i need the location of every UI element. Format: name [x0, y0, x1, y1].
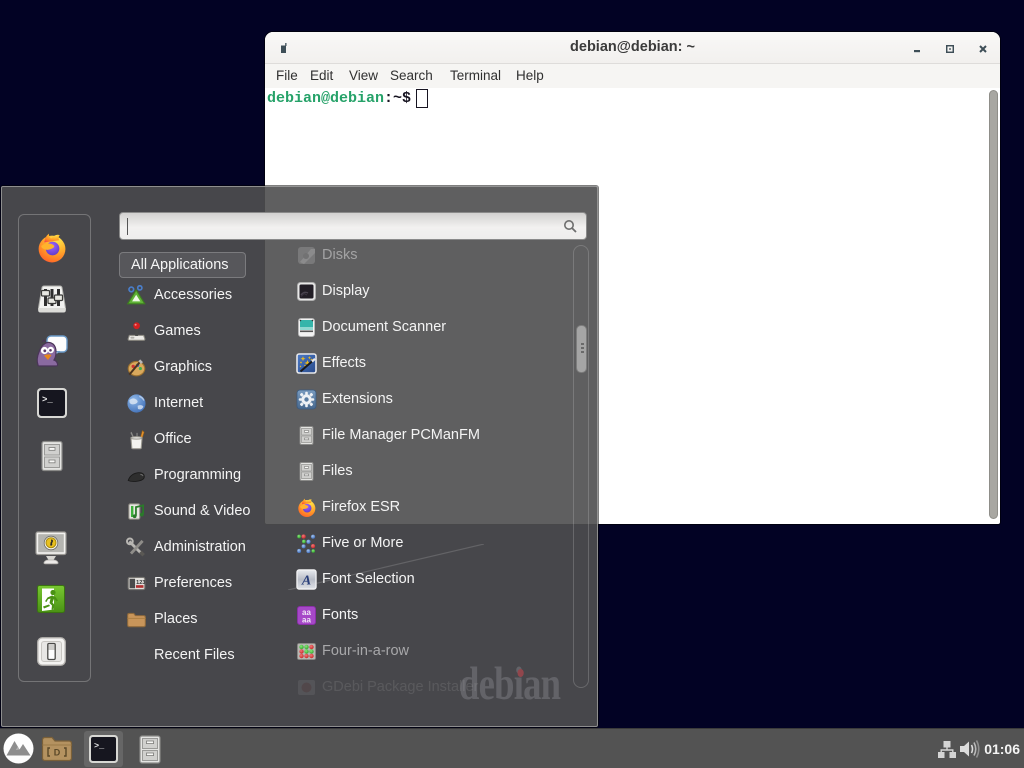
svg-text:>_: >_	[42, 395, 53, 405]
svg-text:D: D	[54, 748, 61, 758]
svg-text:>_: >_	[94, 741, 105, 751]
svg-text:A: A	[301, 574, 311, 589]
svg-text:123: 123	[136, 580, 145, 586]
svg-text:aa: aa	[302, 616, 311, 625]
